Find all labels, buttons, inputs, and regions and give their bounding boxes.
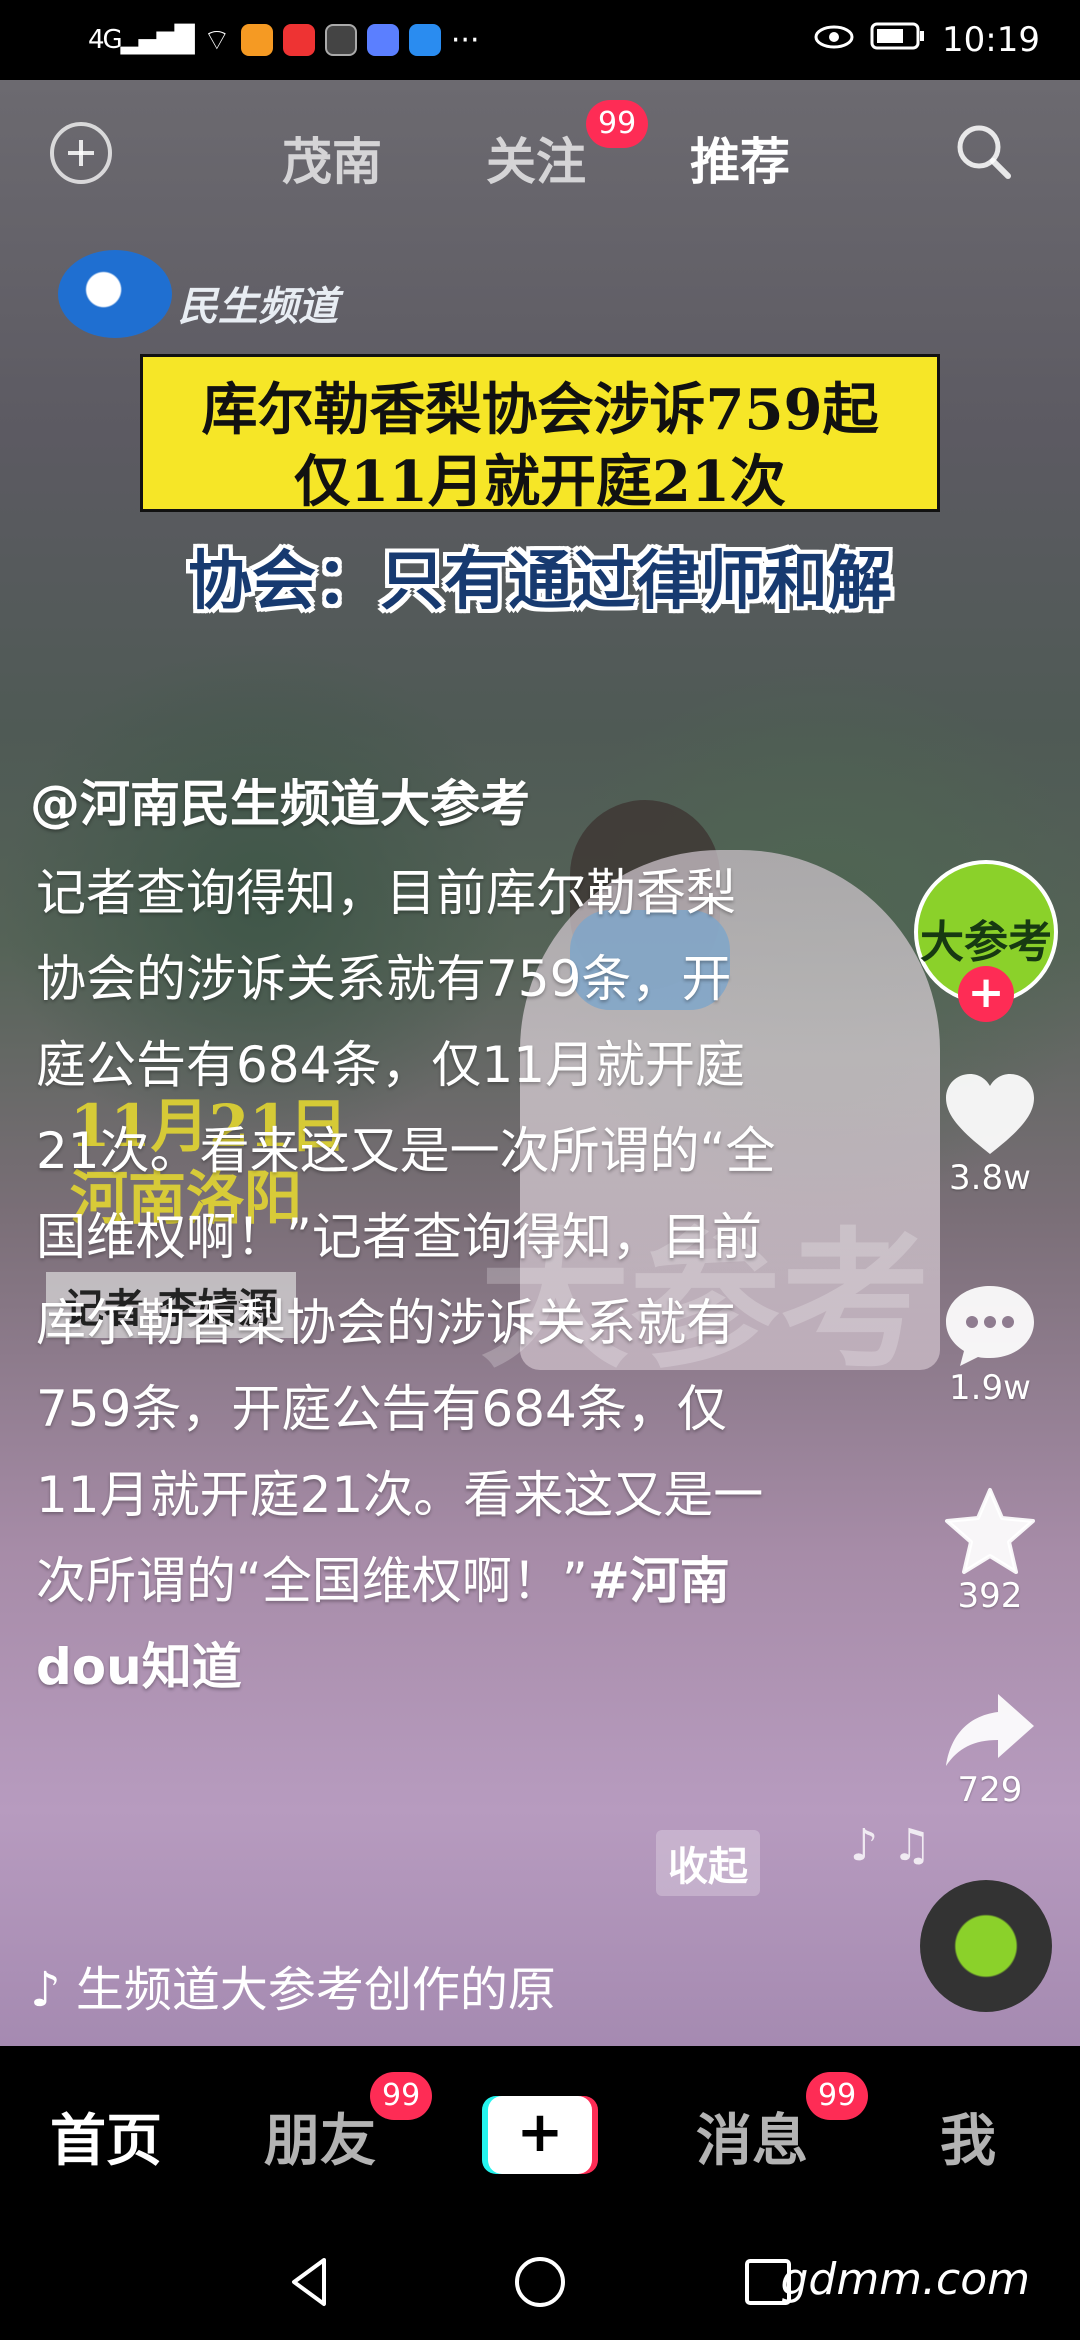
author-name[interactable]: @河南民生频道大参考	[30, 764, 530, 836]
share-count: 729	[957, 1770, 1023, 1810]
app-notification-icon	[240, 24, 273, 56]
caption-text: 记者查询得知，目前库尔勒香梨协会的涉诉关系就有759条，开庭公告有684条，仅1…	[36, 864, 776, 1610]
tab-me[interactable]: 我	[940, 2096, 996, 2177]
video-headline: 库尔勒香梨协会涉诉759起 仅11月就开庭21次	[140, 354, 940, 515]
status-bar: 4G▂▄▆█ ⌔ ··· 10:19	[0, 0, 1080, 80]
create-button[interactable]: +	[482, 2096, 598, 2174]
wifi-icon: ⌔	[202, 23, 231, 58]
tab-local[interactable]: 茂南	[282, 122, 382, 194]
clock: 10:19	[942, 20, 1040, 60]
comment-button[interactable]: 1.9w	[930, 1282, 1050, 1408]
plus-icon: +	[516, 2100, 564, 2165]
app-notification-icon	[324, 24, 357, 56]
following-badge: 99	[586, 100, 649, 148]
app-notification-icon	[408, 24, 441, 56]
comment-count: 1.9w	[949, 1368, 1031, 1408]
channel-logo-text: 民生频道	[178, 284, 338, 330]
share-arrow-icon	[930, 1690, 1050, 1770]
star-icon	[930, 1486, 1050, 1576]
favorite-button[interactable]: 392	[930, 1486, 1050, 1616]
favorite-count: 392	[957, 1576, 1023, 1616]
share-button[interactable]: 729	[930, 1690, 1050, 1810]
comment-icon	[930, 1282, 1050, 1368]
music-disc-icon[interactable]	[920, 1880, 1052, 2012]
follow-button[interactable]: +	[958, 966, 1014, 1022]
battery-icon	[870, 20, 926, 60]
cellular-signal-icon: 4G▂▄▆█	[88, 25, 195, 55]
video-caption: 记者查询得知，目前库尔勒香梨协会的涉诉关系就有759条，开庭公告有684条，仅1…	[36, 850, 776, 1710]
back-icon[interactable]	[280, 2252, 340, 2316]
music-notes-icon: ♪ ♫	[850, 1820, 932, 1871]
avatar-text: 大参考	[920, 917, 1052, 968]
tab-following[interactable]: 关注	[486, 122, 586, 194]
collapse-caption-button[interactable]: 收起	[656, 1830, 760, 1896]
top-nav: 茂南 关注 99 推荐	[0, 100, 1080, 200]
add-live-button[interactable]	[50, 122, 112, 184]
heart-icon	[930, 1072, 1050, 1158]
app-notification-icon	[282, 24, 315, 56]
like-button[interactable]: 3.8w	[930, 1072, 1050, 1198]
tab-messages[interactable]: 消息	[696, 2096, 808, 2177]
music-title[interactable]: ♪ 生频道大参考创作的原	[30, 1950, 590, 2020]
video-subheadline: 协会：只有通过律师和解	[188, 544, 892, 619]
bottom-nav: 首页 朋友 99 + 消息 99 我	[0, 2046, 1080, 2226]
home-icon[interactable]	[510, 2252, 570, 2316]
headline-line-1: 库尔勒香梨协会涉诉759起	[201, 377, 879, 443]
system-nav-bar: gdmm.com	[0, 2226, 1080, 2340]
tab-recommend[interactable]: 推荐	[690, 122, 790, 194]
app-notification-icon	[366, 24, 399, 56]
tab-friends[interactable]: 朋友	[264, 2096, 376, 2177]
headline-line-2: 仅11月就开庭21次	[294, 449, 786, 515]
channel-logo-icon	[58, 250, 172, 338]
like-count: 3.8w	[949, 1158, 1031, 1198]
eye-comfort-icon	[814, 20, 854, 60]
network-type: 4G	[88, 25, 123, 55]
channel-logo: 民生频道	[58, 250, 388, 340]
more-notifications-icon: ···	[450, 22, 480, 58]
friends-badge: 99	[370, 2072, 433, 2120]
tab-home[interactable]: 首页	[50, 2096, 162, 2177]
search-icon[interactable]	[952, 120, 1016, 184]
messages-badge: 99	[806, 2072, 869, 2120]
site-watermark: gdmm.com	[780, 2254, 1030, 2305]
